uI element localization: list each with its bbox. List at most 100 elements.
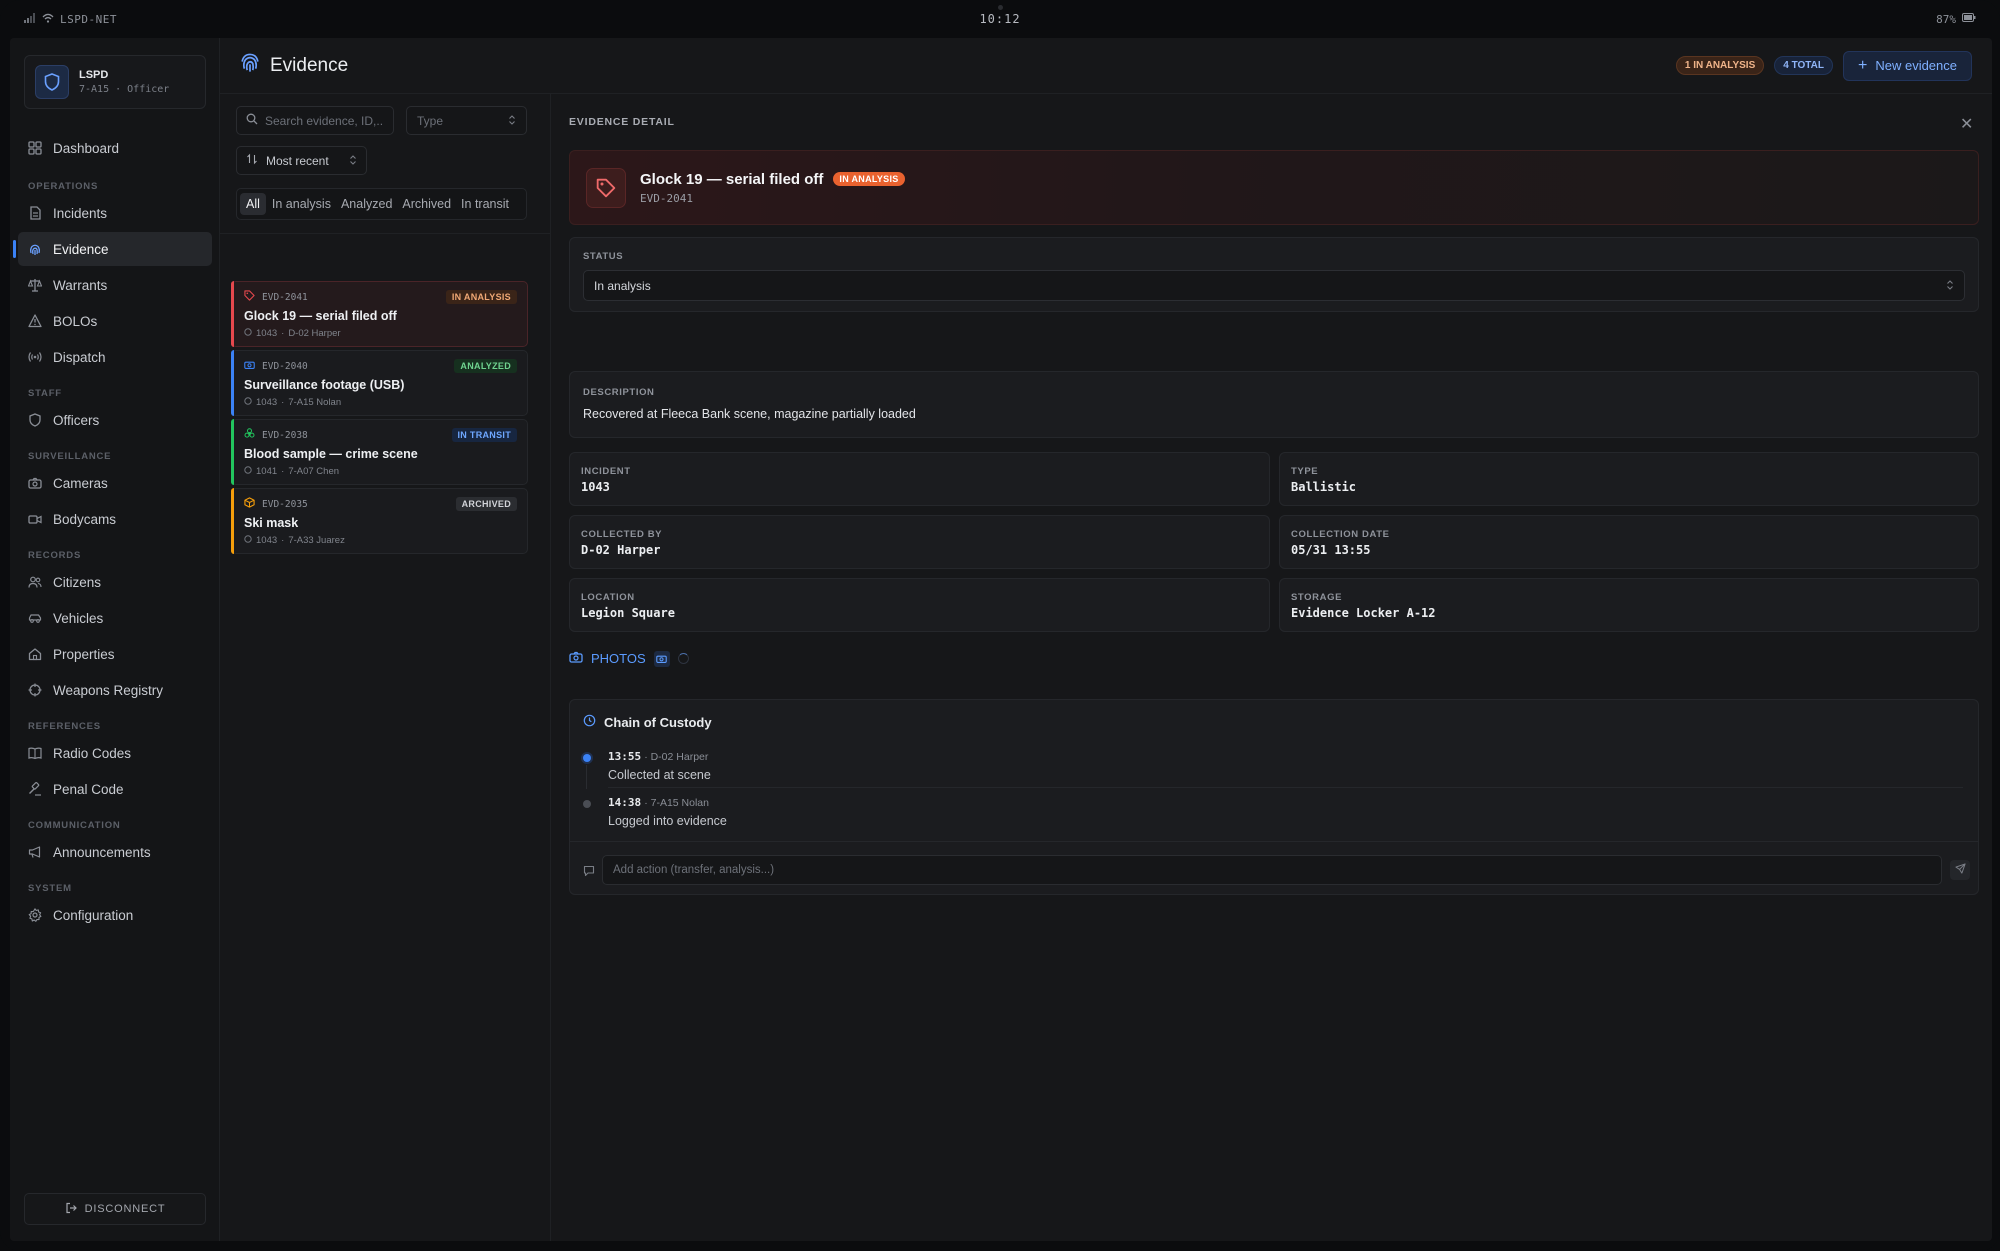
book-icon: [28, 746, 42, 760]
fingerprint-icon: [28, 242, 42, 256]
device-frame: LSPD-NET 10:12 87% LSPD 7-A15 · Officer: [0, 0, 2000, 1251]
evidence-id: EVD-2040: [262, 360, 308, 372]
custody-action: Collected at scene: [608, 768, 711, 782]
page-header: Evidence 1 IN ANALYSIS 4 TOTAL + New evi…: [220, 38, 1992, 94]
sidebar-item-citizens[interactable]: Citizens: [18, 565, 212, 599]
sidebar-item-cameras[interactable]: Cameras: [18, 466, 212, 500]
incident-label: INCIDENT: [581, 466, 631, 477]
section-staff: STAFF: [28, 387, 62, 399]
new-evidence-button[interactable]: + New evidence: [1843, 50, 1972, 81]
search-icon: [246, 113, 258, 128]
sidebar-item-evidence[interactable]: Evidence: [13, 232, 212, 266]
sidebar-item-label: Vehicles: [53, 610, 104, 626]
sidebar-item-weapons-registry[interactable]: Weapons Registry: [18, 673, 212, 707]
type-select[interactable]: Type: [406, 106, 527, 135]
disconnect-button[interactable]: DISCONNECT: [24, 1193, 206, 1225]
evidence-card[interactable]: EVD-2035 ARCHIVED Ski mask 1043 · 7-A33 …: [231, 488, 528, 554]
add-action-input[interactable]: Add action (transfer, analysis...): [602, 855, 1942, 885]
status-stripe: [231, 281, 234, 347]
sidebar-item-incidents[interactable]: Incidents: [18, 196, 212, 230]
evidence-card[interactable]: EVD-2041 IN ANALYSIS Glock 19 — serial f…: [231, 281, 528, 347]
search-input[interactable]: Search evidence, ID,...: [236, 106, 394, 135]
sidebar-item-bolos[interactable]: BOLOs: [18, 304, 212, 338]
dashboard-icon: [28, 141, 42, 155]
evidence-card[interactable]: EVD-2040 ANALYZED Surveillance footage (…: [231, 350, 528, 416]
sidebar-item-label: Penal Code: [53, 781, 124, 797]
location-label: LOCATION: [581, 592, 635, 603]
divider: [220, 233, 551, 234]
sidebar-item-label: Officers: [53, 412, 100, 428]
tab-archived[interactable]: Archived: [398, 193, 455, 215]
collected-by-value: D-02 Harper: [581, 543, 661, 557]
incident-icon: [244, 397, 252, 408]
document-icon: [28, 206, 42, 220]
timeline-dot: [583, 800, 591, 808]
users-icon: [28, 575, 42, 589]
sidebar-item-bodycams[interactable]: Bodycams: [18, 502, 212, 536]
sidebar-item-vehicles[interactable]: Vehicles: [18, 601, 212, 635]
sidebar-item-label: Incidents: [53, 205, 108, 221]
sidebar-item-warrants[interactable]: Warrants: [18, 268, 212, 302]
sidebar-item-radio-codes[interactable]: Radio Codes: [18, 736, 212, 770]
sidebar-item-label: Properties: [53, 646, 115, 662]
disconnect-label: DISCONNECT: [84, 1203, 166, 1215]
incident-number: 1043: [256, 397, 278, 408]
type-value: Ballistic: [1291, 480, 1357, 494]
timeline-line: [586, 765, 587, 789]
sidebar-item-dashboard[interactable]: Dashboard: [18, 131, 212, 165]
close-icon[interactable]: ✕: [1960, 114, 1973, 134]
description-text: Recovered at Fleeca Bank scene, magazine…: [583, 407, 916, 421]
status-stripe: [231, 350, 234, 416]
collection-date-label: COLLECTION DATE: [1291, 529, 1390, 540]
section-surveillance: SURVEILLANCE: [28, 450, 112, 462]
tab-analyzed[interactable]: Analyzed: [337, 193, 396, 215]
sort-value: Most recent: [266, 153, 329, 168]
sidebar-item-configuration[interactable]: Configuration: [18, 898, 212, 932]
send-button[interactable]: [1950, 860, 1970, 880]
sidebar-item-officers[interactable]: Officers: [18, 403, 212, 437]
status-stripe: [231, 488, 234, 554]
evidence-id: EVD-2035: [262, 498, 308, 510]
storage-field: STORAGE Evidence Locker A-12: [1279, 578, 1979, 632]
sidebar-item-dispatch[interactable]: Dispatch: [18, 340, 212, 374]
tab-in-analysis[interactable]: In analysis: [268, 193, 335, 215]
page-title: Evidence: [270, 54, 349, 76]
app-screen: LSPD 7-A15 · Officer Dashboard OPERATION…: [10, 38, 1992, 1241]
send-icon: [1954, 861, 1966, 879]
status-select[interactable]: In analysis: [583, 270, 1965, 301]
custody-time: 13:55: [608, 750, 642, 763]
comment-icon: [583, 864, 595, 882]
sidebar-item-label: Configuration: [53, 907, 134, 923]
tab-in-transit[interactable]: In transit: [457, 193, 513, 215]
camera-icon: [28, 476, 42, 490]
add-photo-button[interactable]: [653, 650, 670, 667]
photos-label: PHOTOS: [591, 651, 646, 666]
detail-id: EVD-2041: [640, 191, 693, 205]
sort-icon: [246, 153, 258, 168]
status-badge: IN ANALYSIS: [833, 172, 905, 186]
warning-icon: [28, 314, 42, 328]
incident-field: INCIDENT 1043: [569, 452, 1270, 506]
storage-label: STORAGE: [1291, 592, 1343, 603]
type-placeholder: Type: [417, 113, 444, 128]
sidebar-item-announcements[interactable]: Announcements: [18, 835, 212, 869]
sort-select[interactable]: Most recent: [236, 146, 367, 175]
evidence-card[interactable]: EVD-2038 IN TRANSIT Blood sample — crime…: [231, 419, 528, 485]
loading-spinner-icon: [677, 653, 689, 664]
brand-card[interactable]: LSPD 7-A15 · Officer: [24, 55, 206, 109]
incident-number: 1041: [256, 466, 278, 477]
sidebar-item-penal-code[interactable]: Penal Code: [18, 772, 212, 806]
detail-title: Glock 19 — serial filed off: [640, 170, 824, 188]
wifi-icon: [42, 13, 54, 26]
section-records: RECORDS: [28, 549, 82, 561]
photos-section: PHOTOS: [569, 650, 689, 667]
radio-waves-icon: [28, 350, 42, 364]
evidence-title: Ski mask: [244, 516, 299, 530]
sidebar-item-properties[interactable]: Properties: [18, 637, 212, 671]
status-badge: IN TRANSIT: [451, 428, 517, 442]
scale-icon: [28, 278, 42, 292]
megaphone-icon: [28, 845, 42, 859]
tab-all[interactable]: All: [240, 193, 266, 215]
tag-icon: [244, 290, 255, 304]
custody-officer: · 7-A15 Nolan: [644, 797, 709, 809]
